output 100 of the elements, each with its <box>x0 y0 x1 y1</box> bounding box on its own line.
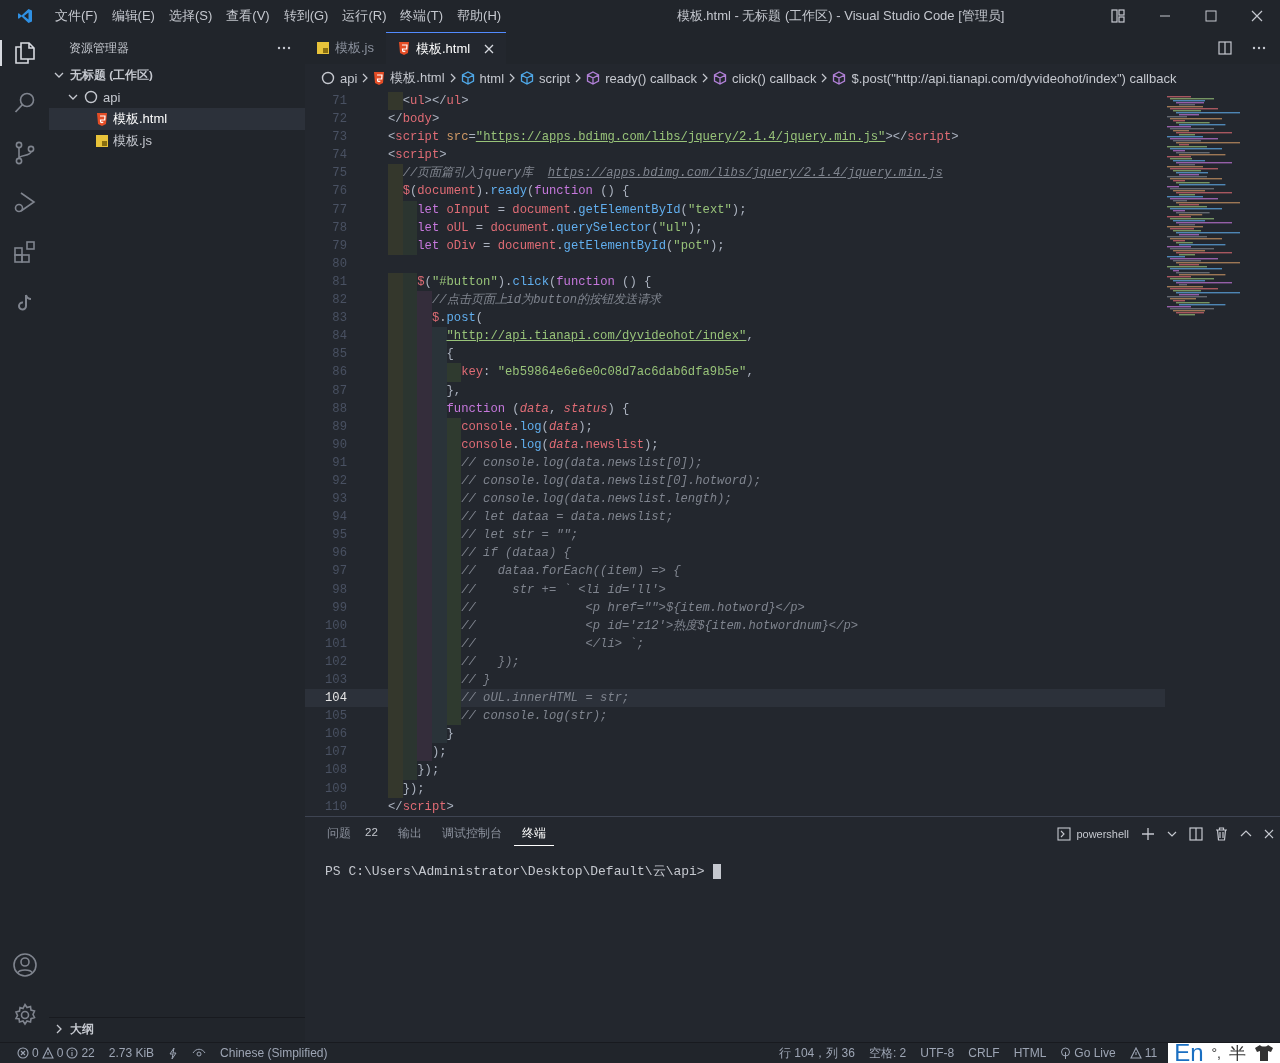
menu-item[interactable]: 运行(R) <box>336 4 393 28</box>
info-count[interactable]: 22 <box>81 1046 95 1060</box>
code-line: $.post( <box>347 309 484 328</box>
breadcrumb-item[interactable]: ready() callback <box>605 70 697 86</box>
breadcrumb-item[interactable]: 模板.html <box>390 69 445 87</box>
shirt-icon[interactable] <box>1254 1044 1274 1062</box>
account-icon[interactable] <box>11 952 38 978</box>
extensions-icon[interactable] <box>11 240 38 266</box>
error-icon <box>17 1047 29 1059</box>
language-pack[interactable]: Chinese (Simplified) <box>213 1046 335 1060</box>
menu-item[interactable]: 转到(G) <box>277 4 335 28</box>
chevron-icon <box>700 73 709 83</box>
panel-tab[interactable]: 问题 22 <box>319 822 386 846</box>
tree-item[interactable]: api <box>49 86 305 108</box>
encoding[interactable]: UTF-8 <box>913 1046 962 1060</box>
close-icon[interactable] <box>484 43 495 54</box>
menu-item[interactable]: 帮助(H) <box>451 4 508 28</box>
code-line: "http://api.tianapi.com/dyvideohot/index", <box>347 327 754 346</box>
ime-width[interactable]: 半 <box>1229 1041 1246 1063</box>
cube-icon <box>712 71 727 85</box>
menu-item[interactable]: 终端(T) <box>394 4 450 28</box>
editor-logo-icon <box>16 8 33 24</box>
workspace-header[interactable]: 无标题 (工作区) <box>49 64 305 86</box>
cube-icon <box>832 71 847 85</box>
outline-header[interactable]: 大纲 <box>49 1017 305 1040</box>
plus-icon[interactable] <box>1141 827 1155 841</box>
warning-icon <box>41 1047 54 1059</box>
code-line: }); <box>347 761 440 780</box>
code-line: $("#button").click(function () { <box>347 272 652 292</box>
maximize-icon[interactable] <box>1205 10 1217 22</box>
more-icon[interactable] <box>277 46 291 50</box>
html-file-icon <box>96 112 108 126</box>
code-line: </body> <box>387 111 440 129</box>
cube-icon <box>586 71 601 85</box>
code-line: // dataa.forEach((item) => { <box>347 562 681 581</box>
breadcrumb-item[interactable]: api <box>340 70 358 86</box>
menu-item[interactable]: 选择(S) <box>162 4 219 28</box>
panel-tab[interactable]: 输出 <box>389 822 430 846</box>
error-count[interactable]: 0 <box>32 1046 39 1060</box>
code-line: // </li> `; <box>347 634 644 653</box>
file-size[interactable]: 2.73 KiB <box>101 1046 162 1060</box>
split-terminal-icon[interactable] <box>1189 827 1203 841</box>
menu-item[interactable]: 查看(V) <box>220 4 276 28</box>
ime-punctuation[interactable]: °, <box>1211 1045 1221 1061</box>
breadcrumb-item[interactable]: $.post("http://api.tianapi.com/dyvideohot/index") callback <box>851 70 1177 86</box>
file-name: 模板.js <box>113 132 152 150</box>
lightning-icon[interactable] <box>168 1046 179 1060</box>
code-line: </script> <box>387 798 454 816</box>
broadcast-icon <box>1060 1046 1072 1060</box>
breadcrumb-item[interactable]: script <box>539 70 571 86</box>
breadcrumb-item[interactable]: click() callback <box>731 70 817 86</box>
tree-item[interactable]: 模板.js <box>49 130 305 152</box>
terminal-icon <box>1057 827 1072 841</box>
code-line: //页面篇引入jquery库 https://apps.bdimg.com/libs/jquery/2.1.4/jquery.min.js <box>347 164 943 183</box>
code-line: let oDiv = document.getElementById("pot"); <box>347 236 725 255</box>
tree-item[interactable]: 模板.html <box>49 108 305 130</box>
code-line: ); <box>347 743 447 762</box>
alert-count[interactable]: 11 <box>1144 1046 1158 1060</box>
code-line: let oUL = document.querySelector("ul"); <box>347 218 703 237</box>
panel-tab[interactable]: 终端 <box>513 822 554 846</box>
circle-icon <box>84 90 98 104</box>
cube-icon <box>520 71 535 85</box>
breadcrumb-item[interactable]: html <box>479 70 505 86</box>
code-line: { <box>347 345 454 364</box>
panel-tab[interactable]: 调试控制台 <box>433 822 510 846</box>
file-name: 模板.html <box>113 110 168 128</box>
code-line: console.log(data.newslist); <box>347 435 659 454</box>
indentation[interactable]: 空格: 2 <box>861 1044 914 1062</box>
split-editor-icon[interactable] <box>1218 41 1232 55</box>
html-file-icon <box>398 42 410 55</box>
chevron-icon <box>820 73 829 83</box>
code-line: // }); <box>347 652 520 671</box>
line-ending[interactable]: CRLF <box>961 1046 1007 1060</box>
layout-icon[interactable] <box>1111 9 1125 23</box>
sidebar-title: 资源管理器 <box>69 40 129 56</box>
terminal-name[interactable]: powershell <box>1076 828 1129 840</box>
chevron-icon[interactable] <box>1167 829 1177 839</box>
html-file-icon <box>373 71 386 85</box>
eye-icon[interactable] <box>192 1048 207 1058</box>
go-live[interactable]: Go Live <box>1074 1046 1116 1060</box>
trash-icon[interactable] <box>1215 827 1228 841</box>
window-title: 模板.html - 无标题 (工作区) - Visual Studio Code [管理员] <box>676 8 1005 23</box>
code-line: $(document).ready(function () { <box>347 182 630 201</box>
menu-item[interactable]: 文件(F) <box>49 4 104 28</box>
language-mode[interactable]: HTML <box>1006 1046 1054 1060</box>
chevron-icon[interactable] <box>1240 829 1252 839</box>
cursor-position[interactable]: 行 104，列 36 <box>771 1044 862 1062</box>
menu-item[interactable]: 编辑(E) <box>105 4 161 28</box>
code-line: // <p id='z12'>热度${item.hotwordnum}</p> <box>347 616 859 635</box>
warning-count[interactable]: 0 <box>56 1046 64 1060</box>
code-line: let oInput = document.getElementById("text"); <box>347 200 747 219</box>
text-cursor <box>712 863 721 879</box>
close-icon[interactable] <box>1251 10 1263 22</box>
js-file-icon <box>317 42 329 54</box>
more-icon[interactable] <box>1252 46 1266 50</box>
code-line: // console.log(str); <box>347 707 608 726</box>
ime-mode[interactable]: En <box>1174 1043 1204 1063</box>
close-icon[interactable] <box>1264 829 1274 839</box>
code-line: // str += ` <li id='ll'> <box>347 580 666 599</box>
chevron-icon <box>448 73 457 83</box>
